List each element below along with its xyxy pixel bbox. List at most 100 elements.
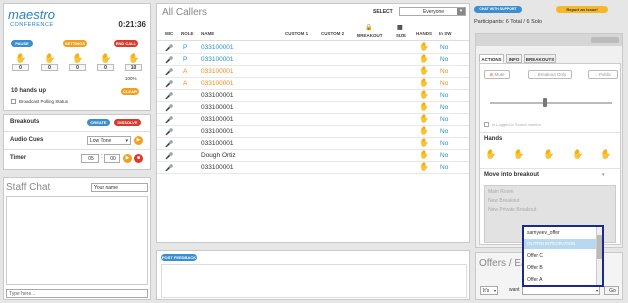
audio-cues-select[interactable]: Low Tone ▾	[87, 136, 131, 145]
mic-icon[interactable]: 🎤	[165, 68, 173, 77]
mic-icon[interactable]: 🎤	[165, 44, 173, 53]
offers-dropdown-list[interactable]: samyeev_offer OUTFIN INTEGRATION Offer C…	[522, 225, 604, 287]
hand-icon[interactable]: ✋	[419, 102, 429, 111]
settings-button[interactable]: SETTINGS	[63, 40, 87, 47]
dropdown-scrollbar[interactable]	[596, 227, 602, 285]
mic-icon[interactable]: 🎤	[165, 92, 173, 101]
hand-icon[interactable]: ✋	[419, 150, 429, 159]
caller-role: A	[183, 68, 188, 75]
mic-icon[interactable]: 🎤	[165, 164, 173, 173]
breakout-only-button[interactable]: ◌ Breakout Only	[528, 70, 572, 79]
hand-icon[interactable]: ✋	[513, 149, 524, 160]
table-row[interactable]: 🎤 033100001 ✋ No	[157, 90, 469, 102]
offers-select[interactable]: It's ▾	[480, 286, 498, 295]
hand-icon[interactable]: ✋	[485, 149, 496, 160]
hand-icon[interactable]: ✋	[419, 42, 429, 51]
caller-name[interactable]: Dough Ortiz	[201, 152, 236, 159]
volume-slider[interactable]	[490, 102, 612, 104]
hand-icon[interactable]: ✋	[543, 149, 554, 160]
table-row[interactable]: 🎤 A 033100001 ✋ No	[157, 78, 469, 90]
chat-support-button[interactable]: CHAT WITH SUPPORT	[474, 6, 522, 13]
caller-name[interactable]: 033100001	[201, 80, 234, 87]
caller-name[interactable]: 033100001	[201, 56, 234, 63]
pause-button[interactable]: PAUSE	[11, 40, 33, 47]
offers-value-select[interactable]: ▾	[522, 286, 600, 295]
mic-icon[interactable]: 🎤	[165, 56, 173, 65]
feedback-area[interactable]	[161, 264, 467, 298]
list-item[interactable]: Main Room	[488, 189, 514, 195]
timer-start-icon[interactable]: ▶	[123, 154, 132, 163]
mic-icon[interactable]: 🎤	[165, 128, 173, 137]
timer-stop-icon[interactable]: ■	[134, 154, 143, 163]
chat-name-input[interactable]: Your name	[91, 183, 148, 192]
logged-in-checkbox[interactable]	[484, 122, 489, 127]
report-issue-button[interactable]: Report an issue!	[556, 6, 608, 13]
dropdown-item[interactable]: Offer B	[527, 265, 543, 271]
dissolve-button[interactable]: DISSOLVE	[114, 119, 141, 126]
public-button[interactable]: ◌ Public	[588, 70, 618, 79]
hand-icon[interactable]: ✋	[419, 114, 429, 123]
table-row[interactable]: 🎤 033100001 ✋ No	[157, 162, 469, 174]
mic-icon[interactable]: 🎤	[165, 140, 173, 149]
list-item[interactable]: New Breakout	[488, 198, 519, 204]
hand-icon[interactable]: ✋	[419, 66, 429, 75]
list-item[interactable]: New Private Breakout	[488, 207, 536, 213]
dropdown-item[interactable]: Offer C	[527, 253, 543, 259]
chat-message-input[interactable]: Type here...	[6, 289, 148, 298]
create-button[interactable]: CREATE	[87, 119, 110, 126]
tab-info[interactable]: INFO	[506, 54, 522, 63]
caller-name[interactable]: 033100001	[201, 128, 234, 135]
hand-icon[interactable]: ✋	[572, 149, 583, 160]
table-row[interactable]: 🎤 A 033100001 ✋ No	[157, 66, 469, 78]
select-callers-dropdown[interactable]: Everyone ▾	[399, 7, 466, 16]
panel-header-button[interactable]	[591, 37, 619, 43]
header-hands: HANDS	[416, 31, 433, 36]
table-row[interactable]: 🎤 033100001 ✋ No	[157, 138, 469, 150]
tab-actions[interactable]: ACTIONS	[479, 54, 504, 63]
tab-breakouts[interactable]: BREAKOUTS	[524, 54, 556, 63]
logo-text-main: maestro	[8, 7, 55, 22]
dropdown-item[interactable]: OUTFIN INTEGRATION	[527, 241, 575, 246]
chevron-down-icon[interactable]: ▾	[602, 172, 605, 178]
dropdown-item[interactable]: Offer A	[527, 277, 542, 283]
hand-icon[interactable]: ✋	[419, 162, 429, 171]
timer-seconds-input[interactable]: 00	[104, 154, 120, 163]
table-row[interactable]: 🎤 P 033100001 ✋ No	[157, 42, 469, 54]
mic-icon[interactable]: 🎤	[165, 116, 173, 125]
hand-icon[interactable]: ✋	[419, 90, 429, 99]
hand-icon[interactable]: ✋	[419, 78, 429, 87]
mic-icon[interactable]: 🎤	[165, 80, 173, 89]
header-custom1: CUSTOM 1	[285, 31, 309, 36]
logged-in-label: Is Logged in Sound monitor	[492, 122, 541, 127]
caller-name[interactable]: 033100001	[201, 92, 234, 99]
hand-icon[interactable]: ✋	[419, 54, 429, 63]
table-row[interactable]: 🎤 Dough Ortiz ✋ No	[157, 150, 469, 162]
caller-name[interactable]: 033100001	[201, 68, 234, 75]
table-row[interactable]: 🎤 033100001 ✋ No	[157, 102, 469, 114]
go-button[interactable]: Go	[604, 286, 619, 295]
timer-label: Timer	[10, 155, 27, 161]
hand-icon[interactable]: ✋	[419, 138, 429, 147]
caller-name[interactable]: 033100001	[201, 140, 234, 147]
timer-minutes-input[interactable]: 05	[81, 154, 99, 163]
table-row[interactable]: 🎤 033100001 ✋ No	[157, 114, 469, 126]
scrollbar-thumb[interactable]	[597, 235, 602, 259]
caller-name[interactable]: 033100001	[201, 104, 234, 111]
clear-button[interactable]: CLEAR	[121, 88, 139, 95]
hand-icon[interactable]: ✋	[419, 126, 429, 135]
hand-icon[interactable]: ✋	[600, 149, 611, 160]
play-icon[interactable]: ▶	[134, 136, 143, 145]
broadcast-checkbox[interactable]	[11, 99, 16, 104]
post-feedback-button[interactable]: POST FEEDBACK	[161, 254, 197, 261]
dropdown-item[interactable]: samyeev_offer	[527, 230, 560, 236]
mute-button[interactable]: ⊘ Mute	[484, 70, 510, 79]
caller-name[interactable]: 033100001	[201, 164, 234, 171]
mic-icon[interactable]: 🎤	[165, 104, 173, 113]
caller-name[interactable]: 033100001	[201, 116, 234, 123]
volume-slider-handle[interactable]	[543, 98, 547, 107]
table-row[interactable]: 🎤 P 033100001 ✋ No	[157, 54, 469, 66]
mic-icon[interactable]: 🎤	[165, 152, 173, 161]
table-row[interactable]: 🎤 033100001 ✋ No	[157, 126, 469, 138]
caller-name[interactable]: 033100001	[201, 44, 234, 51]
end-call-button[interactable]: END CALL	[114, 40, 138, 47]
